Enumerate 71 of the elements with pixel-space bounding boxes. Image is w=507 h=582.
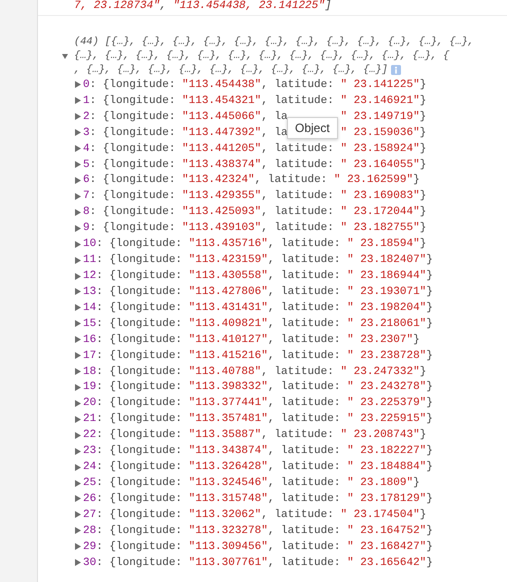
expand-triangle-icon[interactable] <box>75 97 81 104</box>
expand-triangle-icon[interactable] <box>75 240 81 248</box>
object-entry[interactable]: 10: {longitude: "113.435716", latitude: " 23.18594"} <box>83 238 426 250</box>
object-entry[interactable]: 4: {longitude: "113.441205", latitude: " 23.158924"} <box>83 142 426 155</box>
array-summary[interactable]: , {…}, {…}, {…}, {…}, {…}, {…}, {…}, {…}, {…}, {…}] <box>74 64 388 76</box>
expand-triangle-icon[interactable] <box>75 480 81 486</box>
expand-triangle-icon[interactable] <box>75 113 81 120</box>
info-icon <box>390 65 401 75</box>
expand-triangle-icon[interactable] <box>75 543 81 550</box>
object-entry[interactable]: 0: {longitude: "113.454438", latitude: " 23.141225"} <box>83 78 426 91</box>
expand-triangle-icon[interactable] <box>75 81 81 88</box>
console-output-line: 7, 23.128734", "113.454438, 23.141225"] <box>73 0 332 13</box>
expand-triangle-icon[interactable] <box>75 145 81 152</box>
object-entry-part: " 23.159036"} <box>340 126 426 139</box>
expand-triangle-icon[interactable] <box>75 384 81 391</box>
object-entry[interactable]: 28: {longitude: "113.323278", latitude: " 23.164752"} <box>83 524 433 537</box>
expand-triangle-icon[interactable] <box>75 272 81 280</box>
object-entry[interactable]: 15: {longitude: "113.409821", latitude: " 23.218061"} <box>83 318 433 330</box>
object-entry[interactable]: 23: {longitude: "113.343874", latitude: " 23.182227"} <box>83 445 433 458</box>
expand-triangle-icon[interactable] <box>75 416 81 423</box>
expand-triangle-icon[interactable] <box>75 464 81 471</box>
expand-triangle-icon[interactable] <box>75 448 81 455</box>
object-entry[interactable]: 22: {longitude: "113.35887", latitude: " 23.208743"} <box>83 429 426 442</box>
expand-triangle-icon[interactable] <box>75 432 81 439</box>
object-entry[interactable]: 6: {longitude: "113.42324", latitude: " 23.162599"} <box>83 174 420 186</box>
object-entry[interactable]: 18: {longitude: "113.40788", latitude: " 23.247332"} <box>83 366 426 378</box>
expand-triangle-icon[interactable] <box>75 288 81 296</box>
object-entry[interactable]: 19: {longitude: "113.398332", latitude: " 23.243278"} <box>83 381 433 394</box>
object-entry[interactable]: 14: {longitude: "113.431431", latitude: " 23.198204"} <box>83 302 433 314</box>
object-entry[interactable]: 30: {longitude: "113.307761", latitude: " 23.165642"} <box>83 556 433 569</box>
object-entry[interactable]: 8: {longitude: "113.425093", latitude: " 23.172044"} <box>83 206 426 218</box>
array-summary[interactable]: (44) [{…}, {…}, {…}, {…}, {…}, {…}, {…}, {…}, {…}, {…}, {…}, {…}, <box>74 36 474 48</box>
object-entry[interactable]: 21: {longitude: "113.357481", latitude: " 23.225915"} <box>83 413 433 426</box>
object-entry[interactable]: 3: {longitude: "113.447392", la <box>83 126 288 139</box>
expand-triangle-icon[interactable] <box>75 176 81 184</box>
expand-triangle-icon[interactable] <box>75 495 81 502</box>
expand-triangle-icon[interactable] <box>75 224 81 232</box>
expand-triangle-icon[interactable] <box>75 400 81 407</box>
object-entry[interactable]: 9: {longitude: "113.439103", latitude: " 23.182755"} <box>83 222 426 234</box>
array-summary[interactable]: {…}, {…}, {…}, {…}, {…}, {…}, {…}, {…}, {…}, {…}, {…}, {…}, { <box>74 50 450 62</box>
expand-triangle-icon[interactable] <box>75 559 81 566</box>
expand-triangle-icon[interactable] <box>75 336 81 344</box>
expand-triangle-icon[interactable] <box>75 161 81 168</box>
expand-triangle-icon[interactable] <box>75 368 81 376</box>
expand-triangle-icon[interactable] <box>75 208 81 216</box>
object-entry[interactable]: 13: {longitude: "113.427806", latitude: " 23.193071"} <box>83 286 433 298</box>
expand-triangle-icon[interactable] <box>75 256 81 264</box>
expand-triangle-icon[interactable] <box>75 192 81 200</box>
object-entry[interactable]: 7: {longitude: "113.429355", latitude: " 23.169083"} <box>83 190 426 202</box>
object-entry[interactable]: 12: {longitude: "113.430558", latitude: " 23.186944"} <box>83 270 433 282</box>
expand-triangle-icon[interactable] <box>75 527 81 534</box>
object-entry[interactable]: 27: {longitude: "113.32062", latitude: " 23.174504"} <box>83 508 426 521</box>
object-entry[interactable]: 5: {longitude: "113.438374", latitude: " 23.164055"} <box>83 158 426 171</box>
expand-triangle-icon[interactable] <box>75 320 81 328</box>
object-entry[interactable]: 29: {longitude: "113.309456", latitude: " 23.168427"} <box>83 540 433 553</box>
expand-triangle-icon[interactable] <box>75 352 81 360</box>
expand-triangle-icon[interactable] <box>75 511 81 518</box>
expand-triangle-icon[interactable] <box>75 304 81 312</box>
object-entry[interactable]: 17: {longitude: "113.415216", latitude: " 23.238728"} <box>83 350 433 362</box>
object-entry[interactable]: 24: {longitude: "113.326428", latitude: " 23.184884"} <box>83 461 433 474</box>
object-entry[interactable]: 25: {longitude: "113.324546", latitude: " 23.1809"} <box>83 477 420 489</box>
object-entry[interactable]: 11: {longitude: "113.423159", latitude: " 23.182407"} <box>83 254 433 266</box>
object-entry[interactable]: 2: {longitude: "113.445066", la <box>83 110 288 123</box>
object-entry[interactable]: 16: {longitude: "113.410127", latitude: " 23.2307"} <box>83 334 420 346</box>
object-entry[interactable]: 26: {longitude: "113.315748", latitude: " 23.178129"} <box>83 492 433 505</box>
tooltip: Object <box>287 117 338 139</box>
expand-triangle-icon[interactable] <box>75 129 81 136</box>
object-entry[interactable]: 1: {longitude: "113.454321", latitude: " 23.146921"} <box>83 94 426 107</box>
object-entry-part: " 23.149719"} <box>340 110 426 123</box>
object-entry[interactable]: 20: {longitude: "113.377441", latitude: " 23.225379"} <box>83 397 433 410</box>
collapse-triangle-icon[interactable] <box>62 52 68 60</box>
